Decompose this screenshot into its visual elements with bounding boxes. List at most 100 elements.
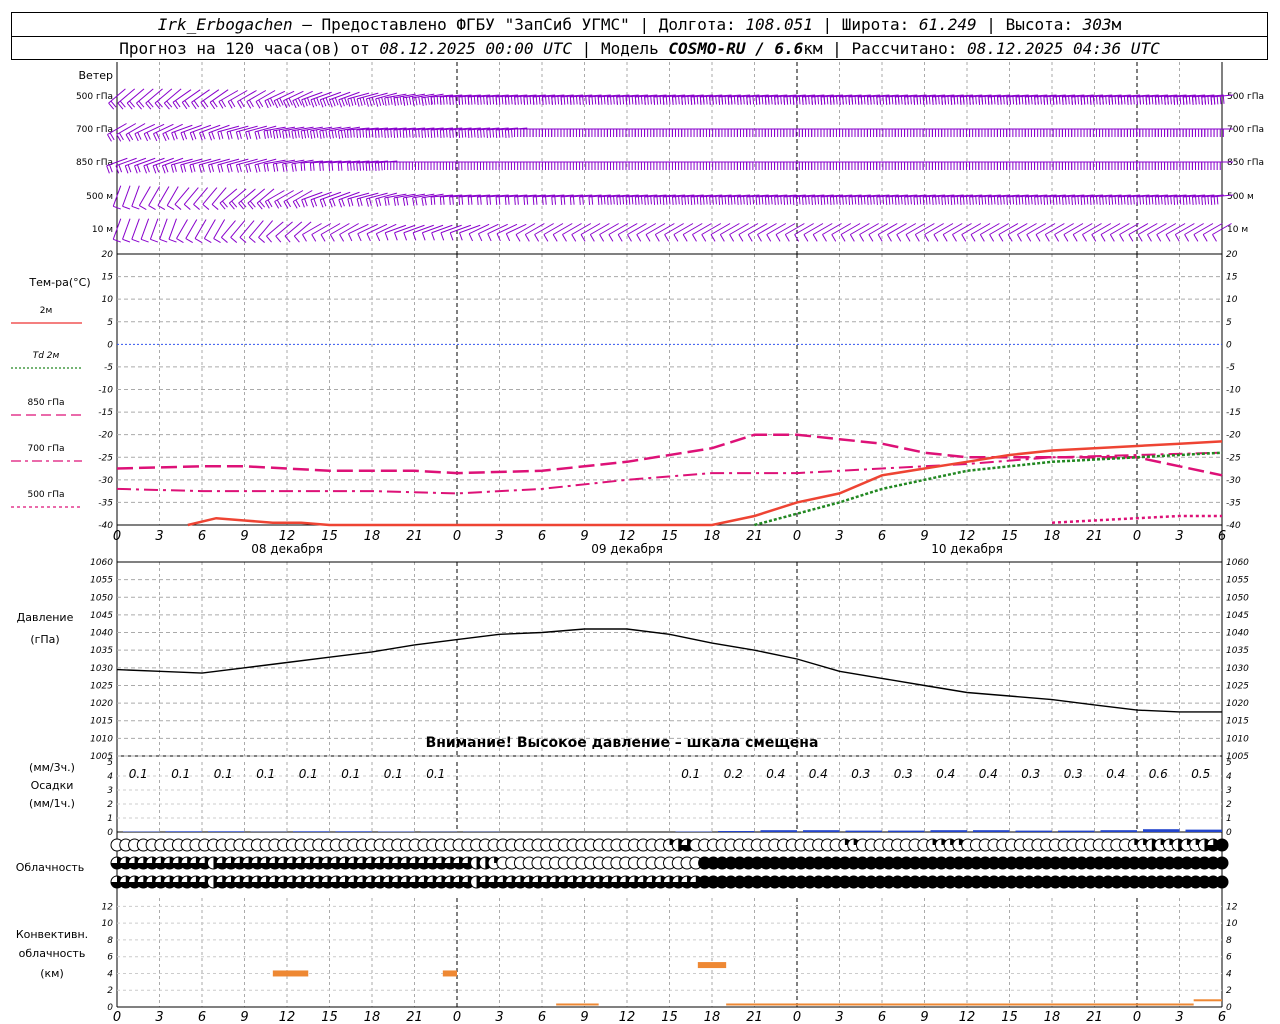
prec-label: 0.3: [894, 767, 913, 781]
wind-barb-feather: [1201, 96, 1203, 105]
wind-barb-feather: [775, 234, 781, 242]
wind-barb-feather: [1108, 196, 1111, 205]
wind-barb-feather: [891, 196, 894, 205]
prec-label: 0.3: [851, 767, 870, 781]
wind-barb-feather: [235, 164, 239, 173]
wind-barb-feather: [393, 197, 396, 206]
pres-ytick: 1055: [90, 576, 113, 586]
wind-barb-staff: [163, 88, 182, 104]
wind-barb-feather: [1077, 196, 1080, 205]
prec-label: 0.1: [341, 767, 360, 781]
wind-barb-feather: [913, 96, 916, 105]
wind-barb-feather: [393, 129, 396, 138]
wind-barb-feather: [851, 96, 854, 105]
wind-barb-feather: [668, 196, 671, 205]
wind-barb-feather: [619, 96, 622, 105]
wind-barb-feather: [1074, 96, 1077, 105]
wind-barb-staff: [961, 223, 982, 235]
conv-ytick: 2: [107, 986, 113, 996]
temp-title: Тем-ра(°С): [28, 276, 90, 289]
wind-barb-feather: [276, 199, 282, 208]
wind-barb-feather: [569, 96, 572, 105]
prec-bar: [1143, 829, 1180, 832]
wind-barb-staff: [580, 223, 601, 235]
wind-barb-feather: [517, 196, 519, 205]
wind-level-label-right: 500 м: [1227, 192, 1254, 202]
wind-barb-staff: [636, 223, 657, 235]
wind-barb-feather: [665, 196, 668, 205]
wind-barb-feather: [1026, 234, 1032, 242]
wind-barb-feather: [1100, 234, 1106, 242]
wind-barb-feather: [885, 96, 888, 105]
wind-barb-feather: [297, 97, 303, 106]
wind-barb-feather: [523, 196, 526, 205]
wind-barb-feather: [331, 98, 336, 107]
temp-hour-tick: 3: [495, 529, 503, 544]
wind-barb-feather: [712, 96, 714, 105]
temp-ytick-right: -15: [1226, 408, 1241, 418]
wind-barb-feather: [1123, 196, 1126, 205]
wind-barb-feather: [916, 96, 919, 105]
pres-ytick: 1045: [90, 611, 113, 621]
wind-barb-feather: [486, 196, 488, 205]
wind-barb-feather: [263, 130, 266, 139]
wind-barb-feather: [656, 96, 659, 105]
wind-barb-feather: [582, 196, 584, 205]
wind-barb-feather: [873, 196, 875, 205]
wind-barb-feather: [962, 196, 965, 205]
wind-barb-feather: [764, 96, 767, 105]
wind-barb-feather: [368, 162, 371, 171]
wind-barb-feather: [366, 233, 371, 242]
wind-barb-feather: [808, 196, 810, 205]
wind-level-label: 10 м: [92, 225, 113, 235]
wind-barb-feather: [338, 199, 343, 208]
wind-barb-feather: [749, 196, 752, 205]
wind-barb-staff: [171, 124, 193, 134]
wind-barb-feather: [859, 234, 865, 242]
wind-barb-feather: [1195, 196, 1197, 205]
wind-barb-feather: [933, 234, 939, 242]
wind-barb-feather: [854, 196, 857, 205]
wind-barb-feather: [953, 196, 956, 205]
wind-barb-feather: [480, 129, 482, 138]
wind-barb-feather: [1065, 96, 1067, 105]
wind-barb-feather: [306, 129, 310, 138]
wind-barb-feather: [137, 132, 142, 140]
wind-barb-staff: [200, 89, 220, 103]
wind-barb-feather: [1089, 96, 1092, 105]
wind-barb-feather: [1130, 196, 1132, 205]
pres-ytick: 1060: [90, 558, 113, 568]
wind-barb-feather: [608, 234, 614, 242]
wind-barb-feather: [405, 197, 409, 206]
temp-ytick-right: -40: [1226, 521, 1241, 531]
wind-barb-feather: [1160, 96, 1163, 105]
wind-barb-feather: [1080, 196, 1083, 205]
wind-barb-feather: [839, 96, 841, 105]
wind-barb-feather: [316, 97, 320, 106]
wind-barb-feather: [218, 101, 224, 109]
wind-barb-staff: [478, 223, 499, 235]
wind-barb-staff: [1017, 223, 1037, 235]
wind-barb-feather: [489, 96, 492, 105]
wind-barb-staff: [608, 223, 629, 235]
wind-barb-feather: [724, 196, 727, 205]
conv-ytick: 0: [107, 1003, 113, 1013]
wind-barb-feather: [625, 196, 628, 205]
wind-barb-feather: [1164, 196, 1166, 205]
wind-barb-feather: [316, 129, 319, 138]
temp-hour-tick: 15: [661, 529, 678, 544]
wind-barb-staff: [152, 157, 174, 167]
wind-barb-feather: [616, 96, 618, 105]
wind-barb-feather: [860, 196, 863, 205]
cloud-fill: [1216, 876, 1228, 888]
wind-barb-feather: [436, 96, 439, 105]
wind-barb-staff: [534, 223, 554, 235]
wind-barb-feather: [122, 205, 131, 210]
conv-ytick: 6: [107, 953, 113, 963]
wind-barb-feather: [876, 196, 878, 205]
wind-barb-feather: [201, 131, 206, 140]
wind-barb-feather: [350, 129, 352, 138]
wind-barb-feather: [1182, 96, 1185, 105]
wind-barb-feather: [470, 129, 473, 138]
wind-barb-feather: [887, 234, 892, 242]
